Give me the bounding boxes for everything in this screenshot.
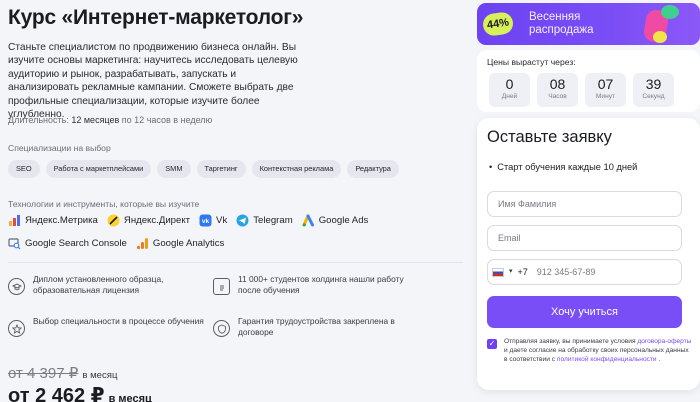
- timer-value: 08: [549, 76, 566, 92]
- chip-editing[interactable]: Редактура: [347, 160, 399, 178]
- phone-country-code: +7: [517, 267, 528, 277]
- form-bullet: Старт обучения каждые 10 дней: [489, 162, 637, 172]
- duration-extra: по 12 часов в неделю: [121, 115, 213, 125]
- timer-unit: Секунд: [642, 93, 665, 100]
- timer-unit: Дней: [501, 93, 518, 100]
- tool-name: Telegram: [253, 215, 293, 226]
- yandex-direct-icon: [107, 214, 120, 227]
- phone-input[interactable]: ▾ +7 912 345-67-89: [487, 259, 682, 285]
- old-price-period: в месяц: [82, 370, 118, 381]
- decorative-shape-icon: [653, 31, 667, 43]
- specializations-list: SEO Работа с маркетплейсами SMM Таргетин…: [8, 160, 399, 178]
- timer-value: 0: [505, 76, 514, 92]
- tools-list: Яндекс.Метрика Яндекс.Директ vk Vk Teleg…: [8, 214, 448, 250]
- vk-icon: vk: [199, 214, 212, 227]
- tool-item: Яндекс.Директ: [107, 214, 190, 227]
- timer-boxes: 0 Дней 08 Часов 07 Минут 39 Секунд: [489, 73, 674, 107]
- russia-flag-icon[interactable]: [492, 267, 504, 277]
- shield-icon: [213, 320, 230, 337]
- form-title: Оставьте заявку: [487, 128, 612, 146]
- feature-item: Гарантия трудоустройства закреплена в до…: [213, 316, 423, 337]
- consent-block: ✓ Отправляя заявку, вы принимаете услови…: [487, 338, 692, 364]
- tools-label: Технологии и инструменты, которые вы изу…: [8, 199, 200, 209]
- promo-text-line1: Весенняя: [529, 11, 581, 23]
- google-search-console-icon: [8, 237, 21, 250]
- chip-context-ads[interactable]: Контекстная реклама: [251, 160, 342, 178]
- promo-text: Весенняя распродажа: [529, 11, 594, 37]
- timer-unit: Часов: [548, 93, 567, 100]
- current-price: от 2 462 ₽ в месяц: [8, 383, 152, 402]
- star-icon: [8, 320, 25, 337]
- duration-label: Длительность:: [8, 115, 69, 125]
- timer-unit: Минут: [595, 93, 616, 100]
- consent-text-after: .: [656, 355, 661, 363]
- section-divider: [8, 262, 463, 263]
- telegram-icon: [236, 214, 249, 227]
- application-form: Оставьте заявку Старт обучения каждые 10…: [477, 118, 700, 390]
- timer-label: Цены вырастут через:: [487, 57, 576, 67]
- consent-checkbox[interactable]: ✓: [487, 339, 497, 349]
- feature-text: Выбор специальности в процессе обучения: [33, 316, 204, 326]
- feature-item: 11 000+ студентов холдинга нашли работу …: [213, 274, 423, 295]
- specializations-label: Специализации на выбор: [8, 143, 111, 153]
- tool-item: Google Search Console: [8, 237, 127, 250]
- yandex-metrica-icon: [8, 214, 21, 227]
- decorative-shape-icon: [661, 5, 679, 19]
- chip-smm[interactable]: SMM: [157, 160, 191, 178]
- tool-item: Telegram: [236, 214, 293, 227]
- discount-badge: 44%: [481, 11, 515, 37]
- graduation-cap-icon: [8, 278, 25, 295]
- consent-text-before: Отправляя заявку, вы принимаете условия: [504, 338, 638, 345]
- timer-value: 07: [597, 76, 614, 92]
- phone-placeholder: 912 345-67-89: [536, 267, 596, 277]
- svg-text:vk: vk: [202, 218, 210, 225]
- timer-days: 0 Дней: [489, 73, 530, 107]
- promo-text-line2: распродажа: [529, 24, 594, 36]
- page-title: Курс «Интернет-маркетолог»: [8, 6, 304, 29]
- course-description: Станьте специалистом по продвижению бизн…: [8, 42, 298, 121]
- privacy-link[interactable]: политикой конфиденциальности: [557, 356, 657, 363]
- timer-value: 39: [645, 76, 662, 92]
- feature-text: Гарантия трудоустройства закреплена в до…: [238, 316, 395, 337]
- course-info: Курс «Интернет-маркетолог» Станьте специ…: [8, 0, 470, 402]
- tool-name: Google Search Console: [25, 238, 127, 249]
- course-duration: Длительность: 12 месяцев по 12 часов в н…: [8, 115, 212, 125]
- submit-button[interactable]: Хочу учиться: [487, 296, 682, 328]
- google-ads-icon: [302, 214, 315, 227]
- chip-targeting[interactable]: Таргетинг: [196, 160, 246, 178]
- promo-banner[interactable]: 44% Весенняя распродажа: [477, 3, 700, 45]
- tool-name: Google Ads: [318, 215, 369, 226]
- tool-name: Google Analytics: [152, 238, 225, 249]
- current-price-amount: от 2 462 ₽: [8, 385, 105, 402]
- clipboard-icon: [213, 278, 230, 295]
- tool-name: Яндекс.Директ: [123, 215, 191, 226]
- old-price: от 4 397 ₽ в месяц: [8, 364, 118, 382]
- duration-value: 12 месяцев: [71, 115, 120, 125]
- chevron-down-icon[interactable]: ▾: [509, 260, 513, 284]
- tool-item: vk Vk: [199, 214, 227, 227]
- google-analytics-icon: [136, 237, 149, 250]
- feature-text: Диплом установленного образца, образоват…: [33, 274, 164, 295]
- consent-text: Отправляя заявку, вы принимаете условия …: [504, 338, 692, 364]
- feature-item: Выбор специальности в процессе обучения: [8, 316, 218, 337]
- tool-item: Google Analytics: [136, 237, 224, 250]
- tool-name: Vk: [216, 215, 228, 226]
- timer-seconds: 39 Секунд: [633, 73, 674, 107]
- timer-hours: 08 Часов: [537, 73, 578, 107]
- name-input[interactable]: Имя Фамилия: [487, 191, 682, 217]
- tool-item: Google Ads: [302, 214, 369, 227]
- email-input[interactable]: Email: [487, 225, 682, 251]
- tool-name: Яндекс.Метрика: [25, 215, 98, 226]
- feature-item: Диплом установленного образца, образоват…: [8, 274, 218, 295]
- old-price-amount: от 4 397 ₽: [8, 365, 79, 382]
- countdown-timer: Цены вырастут через: 0 Дней 08 Часов 07 …: [477, 50, 700, 112]
- offer-link[interactable]: договора-оферты: [637, 338, 691, 345]
- feature-text: 11 000+ студентов холдинга нашли работу …: [238, 274, 404, 295]
- chip-seo[interactable]: SEO: [8, 160, 40, 178]
- tool-item: Яндекс.Метрика: [8, 214, 98, 227]
- current-price-period: в месяц: [108, 393, 152, 402]
- timer-minutes: 07 Минут: [585, 73, 626, 107]
- chip-marketplaces[interactable]: Работа с маркетплейсами: [45, 160, 152, 178]
